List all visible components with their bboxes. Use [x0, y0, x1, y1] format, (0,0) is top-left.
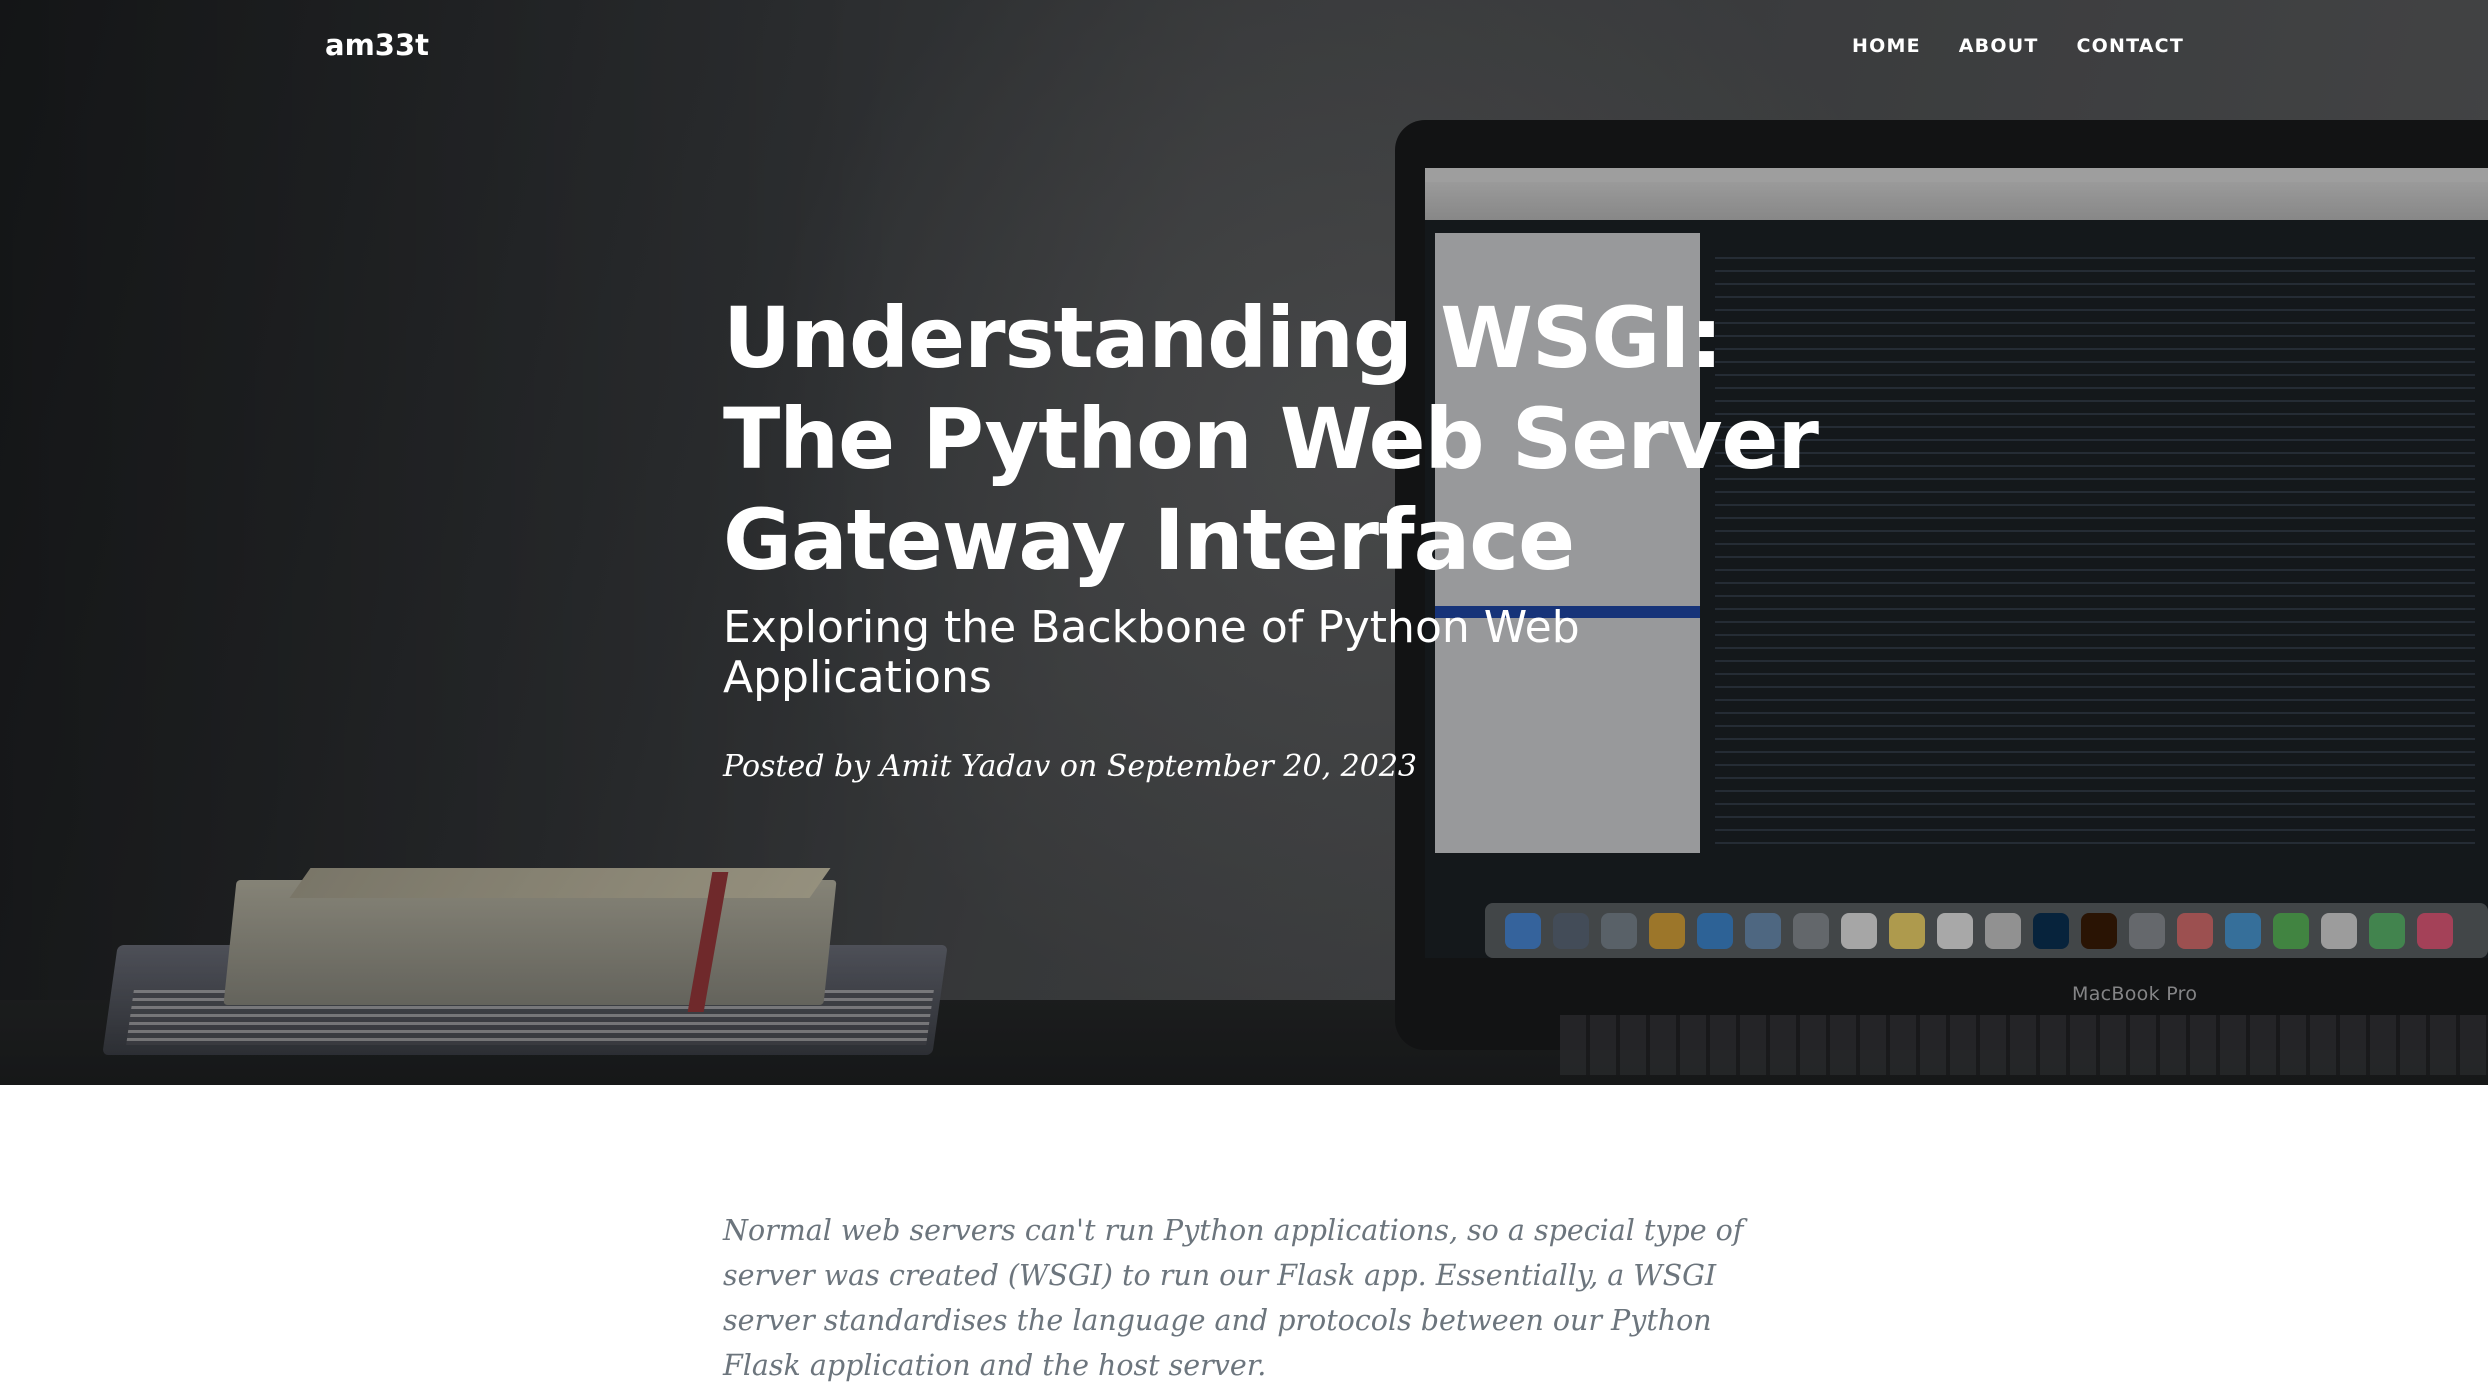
- post-title: Understanding WSGI: The Python Web Serve…: [723, 289, 1819, 589]
- post-intro-paragraph: Normal web servers can't run Python appl…: [723, 1214, 1744, 1382]
- post-subtitle: Exploring the Backbone of Python Web App…: [723, 602, 1580, 703]
- nav-about-link[interactable]: ABOUT: [1959, 35, 2039, 57]
- post-heading: Understanding WSGI: The Python Web Serve…: [723, 288, 1823, 784]
- post-content: Normal web servers can't run Python appl…: [723, 1208, 1783, 1388]
- nav-home-link[interactable]: HOME: [1852, 35, 1921, 57]
- post-meta: Posted by Amit Yadav on September 20, 20…: [723, 749, 1418, 784]
- brand-link[interactable]: am33t: [325, 28, 429, 62]
- main-nav: HOME ABOUT CONTACT: [1852, 35, 2184, 57]
- masthead: MacBook Pro am33t HOME ABOUT CONTACT Und…: [0, 0, 2488, 1085]
- nav-contact-link[interactable]: CONTACT: [2077, 35, 2185, 57]
